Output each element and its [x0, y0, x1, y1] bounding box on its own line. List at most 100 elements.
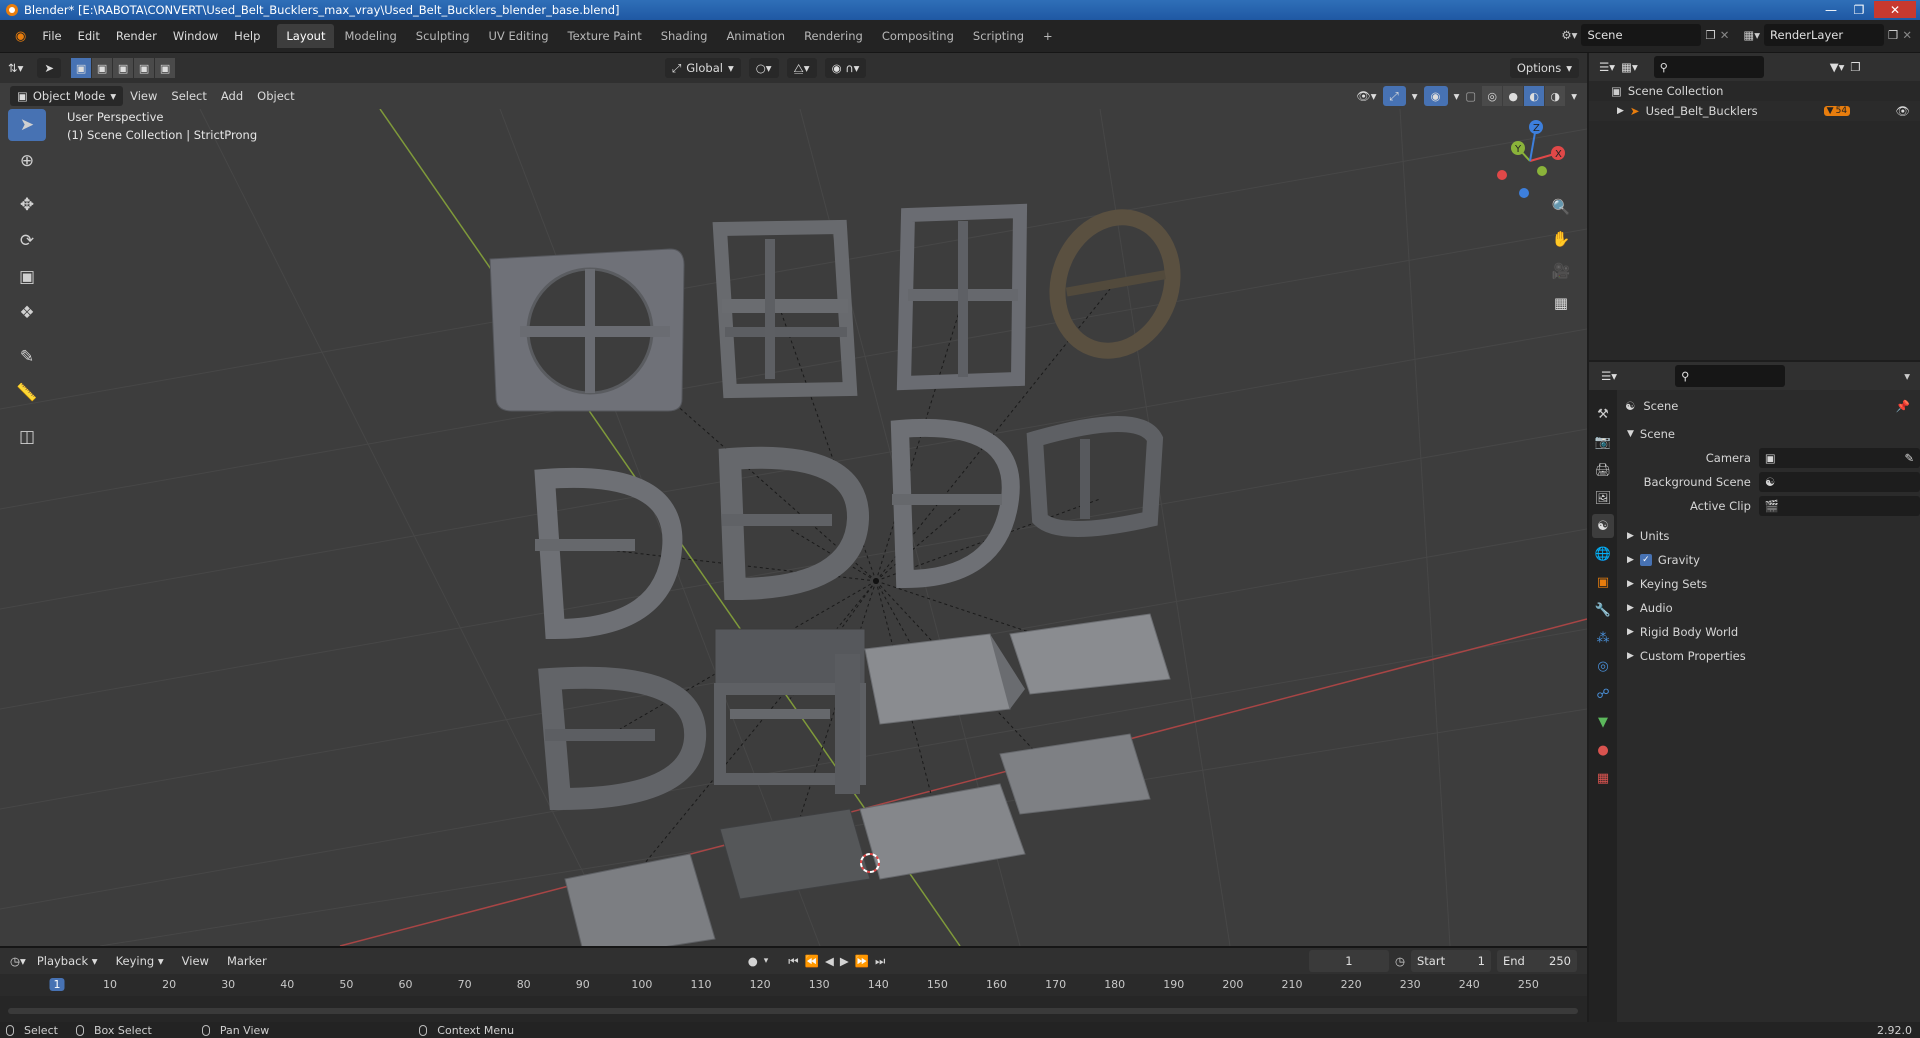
new-collection-icon[interactable]: ❐	[1850, 60, 1860, 74]
properties-editor-type-icon[interactable]: ☰▾	[1601, 369, 1617, 383]
options-dropdown[interactable]: Options ▾	[1509, 58, 1579, 78]
visibility-eye-icon[interactable]: 👁	[1895, 104, 1910, 118]
object-tab-icon[interactable]: ▣	[1592, 570, 1614, 594]
scene-tab-icon[interactable]: ☯	[1592, 514, 1614, 538]
tab-rendering[interactable]: Rendering	[795, 24, 872, 48]
tab-layout[interactable]: Layout	[277, 24, 335, 48]
overlay-dropdown-icon[interactable]: ▾	[1454, 89, 1460, 103]
play-reverse-icon[interactable]: ◀	[825, 954, 834, 968]
select-box-tool-icon[interactable]: ➤	[8, 109, 46, 141]
scene-field[interactable]: Scene	[1581, 24, 1702, 46]
tab-sculpting[interactable]: Sculpting	[407, 24, 479, 48]
gravity-checkbox[interactable]: ✓	[1639, 554, 1652, 566]
scene-browse-icon[interactable]: ⚙▾	[1561, 28, 1577, 42]
pan-hand-icon[interactable]: ✋	[1548, 227, 1574, 251]
outliner-row-scene-collection[interactable]: ▣ Scene Collection	[1589, 81, 1920, 101]
display-mode-icon[interactable]: ▦▾	[1621, 60, 1638, 74]
jump-end-icon[interactable]: ⏭	[875, 954, 885, 969]
minimize-button[interactable]: —	[1818, 1, 1844, 18]
menu-render[interactable]: Render	[109, 25, 164, 47]
tl-menu-playback[interactable]: Playback ▾	[30, 954, 105, 968]
delete-scene-icon[interactable]: ✕	[1720, 28, 1730, 42]
buckle-square-ring[interactable]	[489, 248, 685, 412]
menu-help[interactable]: Help	[227, 25, 267, 47]
tab-compositing[interactable]: Compositing	[873, 24, 963, 48]
tab-texture-paint[interactable]: Texture Paint	[559, 24, 651, 48]
snap-toggle[interactable]: ⧋▾	[786, 58, 817, 78]
maximize-button[interactable]: ❐	[1846, 1, 1872, 18]
gravity-panel[interactable]: ▶ ✓ Gravity	[1621, 548, 1920, 572]
timeline-editor-type-icon[interactable]: ◷▾	[10, 954, 26, 968]
render-tab-icon[interactable]: 📷	[1592, 430, 1614, 454]
vp-menu-object[interactable]: Object	[250, 89, 301, 103]
record-icon[interactable]: ●	[748, 954, 758, 968]
vp-menu-select[interactable]: Select	[164, 89, 213, 103]
overlay-toggle-icon[interactable]: ◉	[1423, 86, 1448, 106]
active-clip-field[interactable]: 🎬	[1758, 496, 1920, 516]
gizmo-toggle-icon[interactable]: ⤢	[1382, 86, 1406, 106]
close-button[interactable]: ✕	[1874, 1, 1916, 18]
tool-tab-icon[interactable]: ⚒	[1592, 402, 1614, 426]
buckle-d-shape-1[interactable]	[534, 467, 683, 640]
select-new-icon[interactable]: ▣	[71, 58, 92, 78]
select-subtract-icon[interactable]: ▣	[113, 58, 134, 78]
camera-field[interactable]: ▣ ✎	[1758, 448, 1920, 468]
data-tab-icon[interactable]: ▼	[1592, 710, 1614, 734]
add-cube-tool-icon[interactable]: ◫	[8, 421, 46, 453]
editor-type-icon[interactable]: ⇅▾	[0, 61, 31, 75]
properties-options-icon[interactable]: ▾	[1904, 369, 1910, 383]
view-layer-field[interactable]: RenderLayer	[1764, 24, 1885, 46]
current-frame-field[interactable]: 1	[1308, 950, 1389, 972]
tab-shading[interactable]: Shading	[652, 24, 717, 48]
buckle-plate-1[interactable]	[864, 633, 1025, 725]
mode-dropdown[interactable]: ▣ Object Mode ▾	[10, 86, 124, 106]
delete-view-layer-icon[interactable]: ✕	[1902, 28, 1912, 42]
view-layer-browse-icon[interactable]: ▦▾	[1743, 28, 1760, 42]
filter-icon[interactable]: ▼▾	[1830, 60, 1845, 74]
proportional-edit-toggle[interactable]: ◉ ∩▾	[824, 58, 867, 78]
properties-search-input[interactable]: ⚲	[1675, 365, 1786, 387]
gizmo-dropdown-icon[interactable]: ▾	[1412, 89, 1418, 103]
tab-uv-editing[interactable]: UV Editing	[480, 24, 558, 48]
texture-tab-icon[interactable]: ▦	[1592, 766, 1614, 790]
xray-toggle-icon[interactable]: ▢	[1465, 89, 1476, 103]
keying-sets-panel[interactable]: ▶ Keying Sets	[1621, 572, 1920, 596]
buckle-rounded-rect[interactable]	[1026, 416, 1164, 537]
navigation-gizmo[interactable]: X Y Z	[1490, 113, 1570, 203]
visibility-icon[interactable]: 👁▾	[1356, 89, 1376, 103]
tab-modeling[interactable]: Modeling	[335, 24, 405, 48]
start-frame-field[interactable]: Start 1	[1411, 950, 1491, 972]
tl-menu-marker[interactable]: Marker	[220, 954, 274, 968]
preview-range-icon[interactable]: ◷	[1395, 954, 1405, 968]
pivot-point-dropdown[interactable]: ○▾	[748, 58, 779, 78]
tab-animation[interactable]: Animation	[717, 24, 794, 48]
vp-menu-view[interactable]: View	[123, 89, 164, 103]
shading-dropdown-icon[interactable]: ▾	[1571, 89, 1577, 103]
menu-window[interactable]: Window	[166, 25, 225, 47]
custom-properties-panel[interactable]: ▶ Custom Properties	[1621, 644, 1920, 668]
vp-menu-add[interactable]: Add	[214, 89, 250, 103]
record-dropdown-icon[interactable]: ▾	[764, 956, 769, 966]
new-scene-icon[interactable]: ❐	[1705, 28, 1715, 42]
buckle-plate-5[interactable]	[859, 783, 1026, 880]
rigid-body-world-panel[interactable]: ▶ Rigid Body World	[1621, 620, 1920, 644]
timeline-scrollbar[interactable]	[8, 1008, 1578, 1014]
add-workspace-icon[interactable]: +	[1034, 24, 1062, 48]
outliner-editor-type-icon[interactable]: ☰▾	[1599, 60, 1615, 74]
select-invert-icon[interactable]: ▣	[134, 58, 155, 78]
timeline-track[interactable]	[0, 996, 1587, 1022]
select-intersect-icon[interactable]: ▣	[155, 58, 176, 78]
play-icon[interactable]: ▶	[840, 954, 849, 968]
material-tab-icon[interactable]: ●	[1592, 738, 1614, 762]
transform-tool-icon[interactable]: ❖	[8, 297, 46, 329]
outliner-row-object[interactable]: ▶ ➤ Used_Belt_Bucklers ▼ 54 👁	[1589, 101, 1920, 121]
audio-panel[interactable]: ▶ Audio	[1621, 596, 1920, 620]
solid-shading-icon[interactable]: ●	[1503, 86, 1524, 106]
outliner-search-input[interactable]: ⚲	[1653, 56, 1764, 78]
menu-edit[interactable]: Edit	[71, 25, 107, 47]
view-layer-tab-icon[interactable]: 🖼	[1592, 486, 1614, 510]
frame-ruler[interactable]: 1 10 20 30 40 50 60 70 80 90 100 110 120 130 140 150 160…	[0, 974, 1587, 996]
transform-orientation-dropdown[interactable]: ⤢ Global ▾	[665, 58, 741, 78]
buckle-round-rusty[interactable]	[1039, 201, 1191, 367]
constraints-tab-icon[interactable]: ☍	[1592, 682, 1614, 706]
